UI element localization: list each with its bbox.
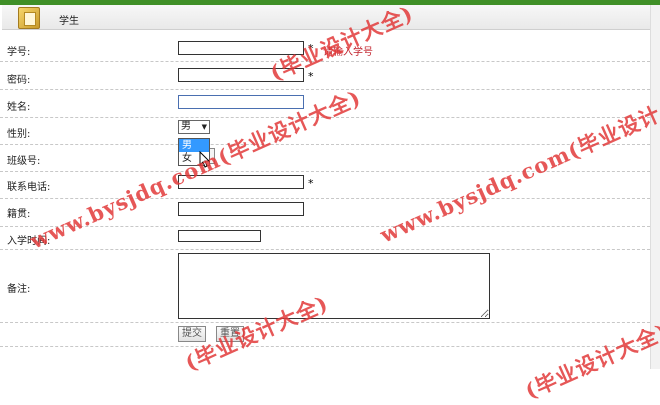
name-input[interactable]	[178, 95, 304, 109]
gender-selected-value: 男	[181, 121, 191, 132]
reset-button[interactable]: 重置	[216, 326, 244, 342]
student-no-hint: 请输入学号	[323, 47, 373, 58]
phone-required: *	[308, 177, 314, 190]
submit-button[interactable]: 提交	[178, 326, 206, 342]
scrollbar[interactable]	[650, 5, 660, 369]
password-input[interactable]	[178, 68, 304, 82]
row-gender: 性别: 男 ▼	[0, 118, 650, 145]
student-no-input[interactable]	[178, 41, 304, 55]
row-class-no: 班级号:	[0, 145, 650, 172]
gender-label: 性别:	[7, 129, 31, 140]
enroll-date-label: 入学时间:	[7, 236, 51, 247]
phone-label: 联系电话:	[7, 182, 51, 193]
row-buttons	[0, 323, 650, 347]
hometown-input[interactable]	[178, 202, 304, 216]
student-no-label: 学号:	[7, 47, 31, 58]
mouse-pointer-icon	[199, 151, 211, 168]
panel-title: 学生	[59, 16, 79, 27]
panel-header: 学生	[2, 5, 650, 30]
hometown-label: 籍贯:	[7, 209, 31, 220]
password-required: *	[308, 70, 314, 83]
enroll-date-input[interactable]	[178, 230, 261, 242]
dropdown-arrow-icon: ▼	[201, 123, 207, 131]
password-label: 密码:	[7, 75, 31, 86]
row-password: 密码: *	[0, 62, 650, 90]
row-name: 姓名:	[0, 90, 650, 118]
row-hometown: 籍贯:	[0, 199, 650, 227]
name-label: 姓名:	[7, 102, 31, 113]
student-no-required: *	[308, 42, 314, 55]
phone-input[interactable]	[178, 175, 304, 189]
notes-label: 备注:	[7, 284, 31, 295]
row-enroll-date: 入学时间:	[0, 227, 650, 250]
notes-textarea[interactable]	[178, 253, 490, 319]
gender-select[interactable]: 男 ▼	[178, 120, 210, 134]
student-folder-icon	[18, 7, 40, 29]
class-no-label: 班级号:	[7, 156, 41, 167]
row-phone: 联系电话: *	[0, 172, 650, 199]
row-student-no: 学号: * 请输入学号	[0, 33, 650, 62]
